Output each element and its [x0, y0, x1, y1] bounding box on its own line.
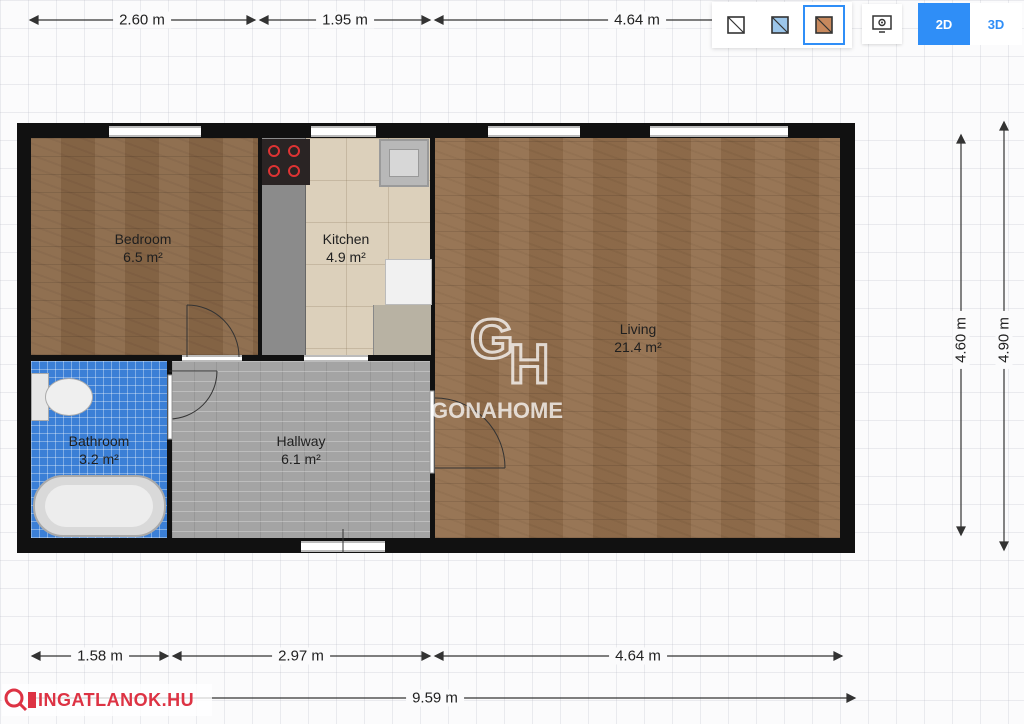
- bottom-dim-hallway: 2.97 m: [272, 647, 330, 665]
- watermark-monogram: G H: [469, 306, 551, 389]
- label-kitchen: Kitchen 4.9 m²: [323, 230, 370, 266]
- svg-text:G: G: [470, 307, 514, 370]
- mode-2d-button[interactable]: 2D: [918, 3, 970, 45]
- floor-plan-textured-icon: [815, 16, 833, 34]
- right-dim-outer: 4.90 m: [995, 311, 1013, 369]
- total-dim: 9.59 m: [406, 689, 464, 707]
- ingatlanok-logo: INGATLANOK.HU: [2, 684, 212, 716]
- top-dim-bedroom: 2.60 m: [113, 11, 171, 29]
- bathroom-name: Bathroom: [68, 433, 130, 449]
- right-dim-inner: 4.60 m: [952, 311, 970, 369]
- bottom-dim-living: 4.64 m: [609, 647, 667, 665]
- label-bedroom: Bedroom 6.5 m²: [115, 230, 172, 266]
- bedroom-name: Bedroom: [114, 231, 172, 247]
- settings-button[interactable]: [862, 4, 902, 44]
- floor-plan-blue-icon: [771, 16, 789, 34]
- label-living: Living 21.4 m²: [614, 320, 661, 356]
- bedroom-area: 6.5 m²: [123, 249, 163, 265]
- svg-text:H: H: [509, 332, 549, 388]
- bathroom-area: 3.2 m²: [79, 451, 119, 467]
- view-textured-button[interactable]: [803, 5, 845, 45]
- door-swings: [167, 304, 506, 553]
- ingatlanok-text: INGATLANOK.HU: [38, 689, 195, 710]
- top-dim-living: 4.64 m: [608, 11, 666, 29]
- hallway-area: 6.1 m²: [281, 451, 321, 467]
- label-bathroom: Bathroom 3.2 m²: [69, 432, 130, 468]
- kitchen-area: 4.9 m²: [326, 249, 366, 265]
- view-blue-button[interactable]: [760, 5, 800, 45]
- floor-plan: G H GONAHOME: [17, 123, 855, 553]
- mode-3d-button[interactable]: 3D: [970, 3, 1022, 45]
- living-name: Living: [619, 321, 657, 337]
- living-area: 21.4 m²: [614, 339, 662, 355]
- floor-plan-outline-icon: [727, 16, 745, 34]
- top-dim-kitchen: 1.95 m: [316, 11, 374, 29]
- view-outline-button[interactable]: [716, 5, 756, 45]
- label-hallway: Hallway 6.1 m²: [276, 432, 325, 468]
- watermark-brand: GONAHOME: [431, 398, 563, 423]
- kitchen-name: Kitchen: [322, 231, 370, 247]
- ingatlanok-magnifier-icon: [4, 688, 36, 712]
- settings-monitor-icon: [872, 15, 892, 33]
- hallway-name: Hallway: [276, 433, 326, 449]
- bottom-dim-bathroom: 1.58 m: [71, 647, 129, 665]
